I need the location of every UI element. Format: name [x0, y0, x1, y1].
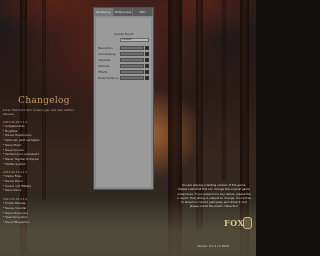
option-slider[interactable]: [120, 75, 144, 81]
changelog-item-list: * Kleine Fixes * Neues Menü * Sound und Ef…: [3, 174, 85, 193]
changelog-intro: Kurze Übersicht aller Änderungen seit de…: [3, 108, 74, 116]
changelog-item-list: * Aufgabenliste * Bugfixes * Neues Hauptme…: [3, 124, 85, 166]
panel-body: Quality Preset Custom Resolution Anti Ali…: [96, 18, 151, 187]
option-label: Shadows: [98, 58, 111, 62]
notice-line: Please note that this can change the ori…: [178, 187, 250, 192]
notice-line: please credit the studio. Have fun!: [189, 204, 239, 209]
tab-misc[interactable]: Misc: [133, 8, 154, 16]
tree-trunk: [222, 0, 226, 180]
option-slider[interactable]: [120, 63, 144, 69]
changelog-title: Changelog: [18, 96, 70, 106]
changelog-item-list: * Erstes Release * Neues Inventar * Neue S…: [3, 201, 85, 225]
changelog-item: * Neue Items: [3, 188, 22, 193]
option-slider[interactable]: [120, 51, 144, 57]
tab-postprocess[interactable]: Postprocess: [114, 8, 134, 16]
changelog: Changelog Kurze Übersicht aller Änderung…: [3, 96, 85, 225]
option-checkbox[interactable]: [145, 76, 149, 80]
option-label: Resolution: [98, 46, 113, 50]
changelog-item: * Wetter-System: [3, 161, 26, 166]
tab-rendering[interactable]: Rendering: [94, 8, 114, 16]
option-checkbox[interactable]: [145, 58, 149, 62]
section-title: Quality Preset: [113, 32, 134, 36]
option-row: Draw Distance: [96, 75, 151, 81]
changelog-versions: 2023-02-20 0.1.2 * Aufgabenliste * Bugfixe…: [3, 120, 85, 225]
option-list: Resolution Anti Aliasing Shadows Textures Ef…: [96, 45, 151, 81]
option-label: Effects: [98, 70, 108, 74]
logo-text: FOX: [224, 218, 245, 228]
option-checkbox[interactable]: [145, 70, 149, 74]
option-checkbox[interactable]: [145, 64, 149, 68]
option-checkbox[interactable]: [145, 46, 149, 50]
preset-dropdown[interactable]: Custom: [120, 38, 149, 42]
option-label: Draw Distance: [98, 76, 119, 80]
option-checkbox[interactable]: [145, 52, 149, 56]
options-panel: Rendering Postprocess Misc Quality Prese…: [93, 7, 154, 190]
fox-emblem-icon: [243, 217, 252, 229]
panel-tab-bar: Rendering Postprocess Misc: [94, 8, 154, 16]
option-slider[interactable]: [120, 45, 144, 51]
option-label: Anti Aliasing: [98, 52, 116, 56]
studio-logo: FOX: [224, 216, 252, 232]
option-slider[interactable]: [120, 57, 144, 63]
changelog-item: * Neue Fähigkeiten: [3, 219, 30, 224]
option-slider[interactable]: [120, 69, 144, 75]
version-label: Version: 0.1.2 (c) 2023: [197, 244, 229, 248]
testing-notice: You are playing a testing version of the…: [172, 183, 256, 209]
option-label: Textures: [98, 64, 110, 68]
